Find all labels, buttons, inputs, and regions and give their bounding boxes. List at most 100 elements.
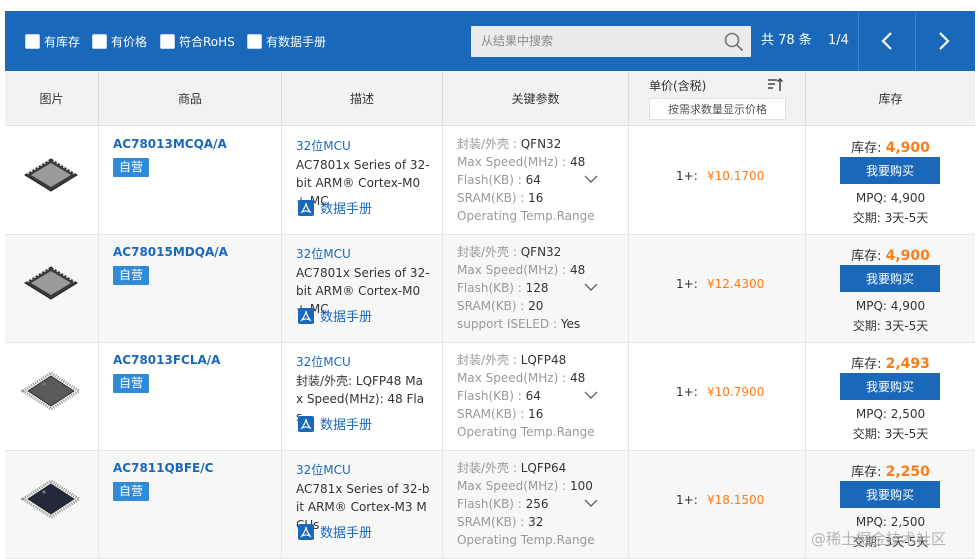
chevron-left-icon	[880, 32, 892, 50]
filter-has-datasheet[interactable]: 有数据手册	[247, 32, 326, 50]
param-line: Max Speed(MHz) : 48	[457, 153, 595, 171]
stock-label: 库存:	[851, 357, 886, 372]
category-link[interactable]: 32位MCU	[296, 137, 351, 154]
search-icon[interactable]	[723, 31, 745, 53]
param-label: Max Speed(MHz) :	[457, 155, 570, 169]
param-list: 封装/外壳 : LQFP64 Max Speed(MHz) : 100 Flash(…	[457, 459, 595, 549]
price-tier: 1+:	[676, 169, 698, 183]
chevron-down-icon[interactable]	[583, 281, 599, 293]
checkbox[interactable]	[92, 33, 107, 49]
cell-image	[5, 235, 99, 343]
self-operated-badge: 自营	[113, 158, 150, 177]
pdf-icon	[298, 307, 314, 324]
cell-product: AC78013MCQA/A 自营	[99, 127, 282, 235]
buy-button[interactable]: 我要购买	[840, 373, 940, 400]
stock-label: 库存:	[851, 249, 886, 264]
search-input[interactable]: 从结果中搜索	[481, 26, 553, 57]
unit-price: ¥18.1500	[707, 493, 765, 507]
price-tier: 1+:	[676, 385, 698, 399]
stock-count: 4,900	[885, 140, 930, 156]
param-label: 封装/外壳 :	[457, 137, 521, 151]
lead-time-text: 交期: 3天-5天	[852, 319, 929, 333]
col-description: 描述	[282, 71, 443, 126]
filter-in-stock[interactable]: 有库存	[25, 32, 80, 50]
chevron-down-icon[interactable]	[583, 497, 599, 509]
chevron-right-icon	[938, 32, 950, 50]
param-value: QFN32	[520, 245, 562, 259]
param-label: 封装/外壳 :	[457, 245, 521, 259]
part-number-link[interactable]: AC7811QBFE/C	[113, 461, 213, 475]
datasheet-link[interactable]: 数据手册	[298, 306, 372, 325]
buy-button[interactable]: 我要购买	[840, 265, 940, 292]
col-stock-label: 库存	[878, 92, 903, 106]
self-operated-badge: 自营	[113, 266, 150, 285]
qfn-chip-icon[interactable]	[19, 155, 83, 195]
buy-button[interactable]: 我要购买	[840, 157, 940, 184]
checkbox[interactable]	[247, 33, 262, 49]
param-line: Flash(KB) : 64	[457, 387, 595, 405]
cell-params: 封装/外壳 : QFN32 Max Speed(MHz) : 48 Flash(KB…	[443, 127, 629, 235]
checkbox[interactable]	[160, 33, 175, 49]
param-value: 256	[525, 497, 549, 511]
sort-icon[interactable]	[767, 77, 784, 93]
datasheet-link[interactable]: 数据手册	[298, 522, 372, 541]
col-stock: 库存	[806, 71, 975, 126]
price-tier: 1+:	[676, 493, 698, 507]
datasheet-link[interactable]: 数据手册	[298, 414, 372, 433]
table-row: AC78015MDQA/A 自营 32位MCU AC7801x Series o…	[5, 235, 975, 343]
price-by-quantity-button[interactable]: 按需求数量显示价格	[649, 98, 786, 120]
param-line: 封装/外壳 : LQFP48	[457, 351, 595, 369]
param-label: Operating Temp.Range	[457, 209, 595, 223]
param-line: 封装/外壳 : QFN32	[457, 243, 585, 261]
filter-rohs[interactable]: 符合RoHS	[160, 32, 235, 50]
qfn-chip-icon[interactable]	[19, 263, 83, 303]
param-label: support ISELED :	[457, 317, 561, 331]
datasheet-label: 数据手册	[320, 202, 373, 217]
datasheet-link[interactable]: 数据手册	[298, 198, 372, 217]
checkbox[interactable]	[25, 33, 40, 49]
table-row: AC78013FCLA/A 自营 32位MCU 封装/外壳: LQFP48 Ma…	[5, 343, 975, 451]
buy-button[interactable]: 我要购买	[840, 481, 940, 508]
datasheet-label: 数据手册	[320, 526, 373, 541]
lead-time-text: 交期: 3天-5天	[852, 427, 929, 441]
param-line: Max Speed(MHz) : 100	[457, 477, 595, 495]
cell-product: AC78013FCLA/A 自营	[99, 343, 282, 451]
param-value: LQFP64	[520, 461, 567, 475]
unit-price: ¥10.1700	[707, 169, 765, 183]
pdf-icon	[298, 523, 314, 540]
mpq-text: MPQ: 4,900	[855, 299, 926, 313]
category-link[interactable]: 32位MCU	[296, 461, 351, 478]
chevron-down-icon[interactable]	[583, 173, 599, 185]
param-value: Yes	[560, 317, 581, 331]
param-label: SRAM(KB) :	[457, 515, 529, 529]
lqfp-chip-icon[interactable]	[19, 371, 83, 411]
param-line: Flash(KB) : 128	[457, 279, 585, 297]
chevron-down-icon[interactable]	[583, 389, 599, 401]
unit-price: ¥10.7900	[707, 385, 765, 399]
search-box[interactable]: 从结果中搜索	[471, 26, 751, 57]
param-label: Flash(KB) :	[457, 173, 526, 187]
prev-page-button[interactable]	[859, 11, 914, 71]
cell-price: 1+: ¥10.1700	[629, 127, 806, 235]
stock-count: 4,900	[885, 248, 930, 264]
param-line: Flash(KB) : 256	[457, 495, 595, 513]
lqfp-chip-icon[interactable]	[19, 479, 83, 519]
part-number-link[interactable]: AC78013FCLA/A	[113, 353, 220, 367]
filter-label: 有数据手册	[266, 34, 327, 49]
stock-info: 库存: 4,900	[806, 245, 975, 264]
filter-has-price[interactable]: 有价格	[92, 32, 147, 50]
param-line: Flash(KB) : 64	[457, 171, 595, 189]
category-link[interactable]: 32位MCU	[296, 353, 351, 370]
param-label: SRAM(KB) :	[457, 407, 529, 421]
next-page-button[interactable]	[916, 11, 971, 71]
param-line: SRAM(KB) : 16	[457, 405, 595, 423]
cell-description: 32位MCU 封装/外壳: LQFP48 Max Speed(MHz): 48 …	[282, 343, 443, 451]
page-indicator: 1/4	[828, 33, 849, 48]
part-number-link[interactable]: AC78015MDQA/A	[113, 245, 228, 259]
part-number-link[interactable]: AC78013MCQA/A	[113, 137, 227, 151]
category-link[interactable]: 32位MCU	[296, 245, 351, 262]
price-tier: 1+:	[676, 277, 698, 291]
lead-time-text: 交期: 3天-5天	[852, 211, 929, 225]
cell-product: AC7811QBFE/C 自营	[99, 451, 282, 559]
cell-product: AC78015MDQA/A 自营	[99, 235, 282, 343]
